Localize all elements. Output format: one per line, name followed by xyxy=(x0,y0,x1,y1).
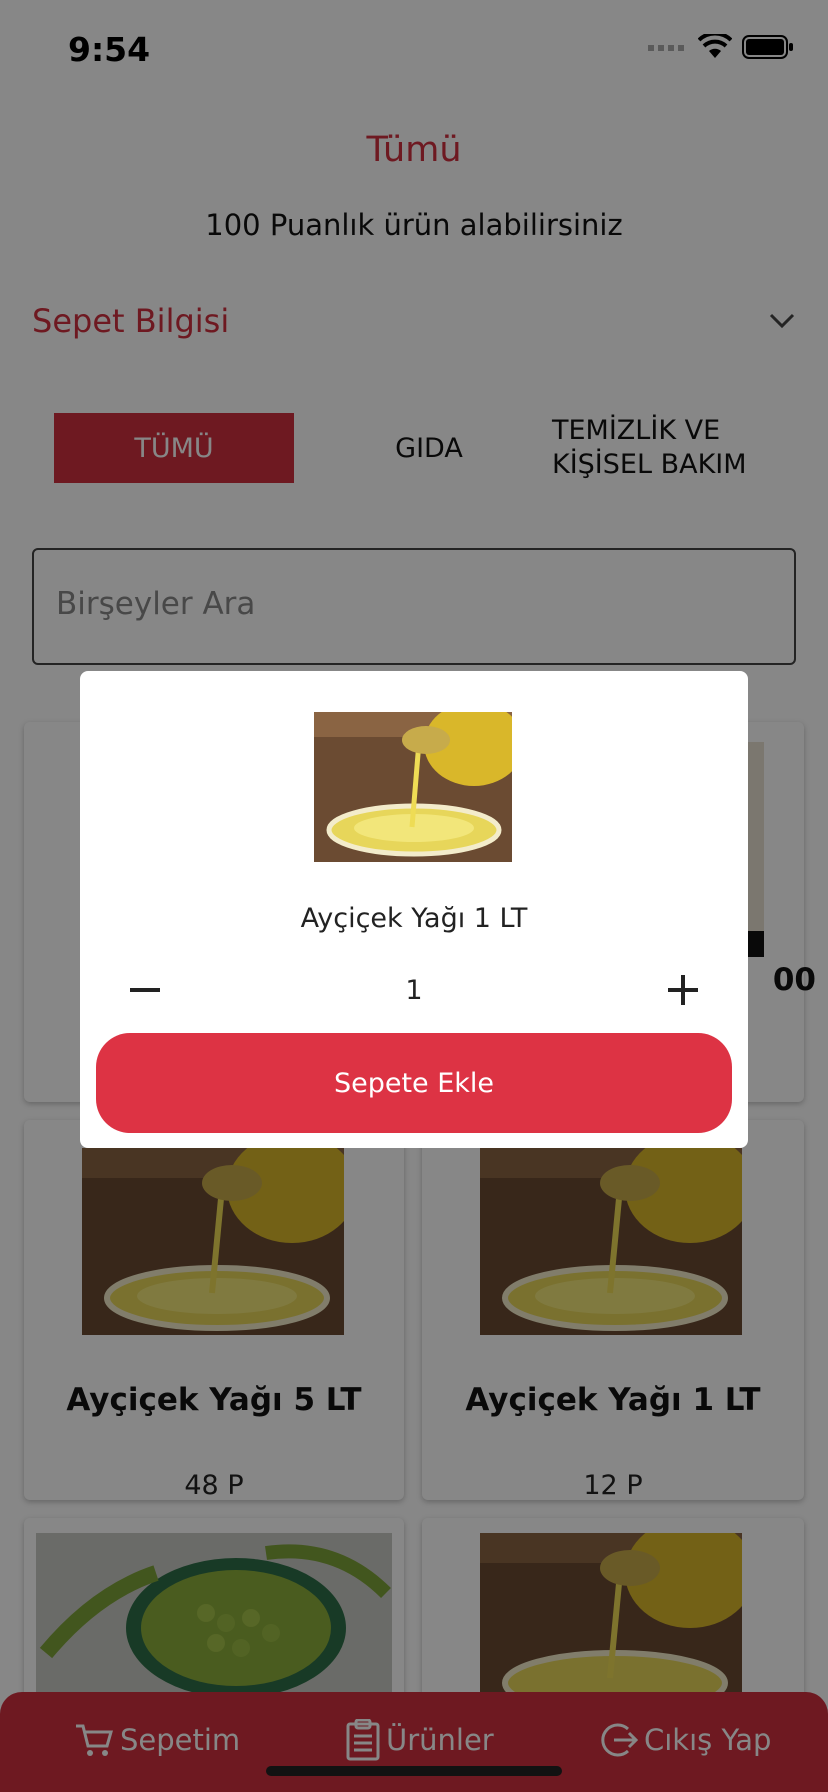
add-to-cart-button[interactable]: Sepete Ekle xyxy=(96,1033,732,1133)
plus-icon xyxy=(668,975,698,1005)
quantity-decrease-button[interactable] xyxy=(120,965,170,1015)
add-to-cart-dialog: Ayçiçek Yağı 1 LT 1 Sepete Ekle xyxy=(80,671,748,1148)
quantity-increase-button[interactable] xyxy=(658,965,708,1015)
oil-image xyxy=(314,712,512,862)
dialog-product-name: Ayçiçek Yağı 1 LT xyxy=(300,903,528,934)
dialog-product-image xyxy=(314,712,512,862)
minus-icon xyxy=(130,988,160,992)
quantity-value: 1 xyxy=(405,975,423,1006)
